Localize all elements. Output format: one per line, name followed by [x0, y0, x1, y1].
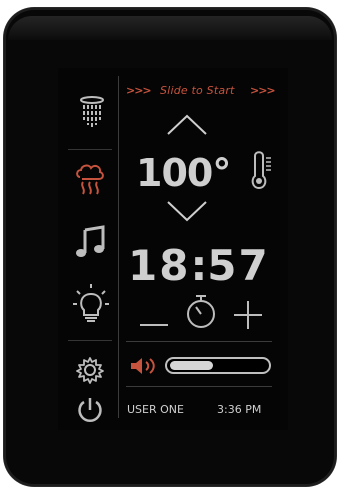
sidebar-divider [118, 76, 119, 418]
sidebar-separator [68, 149, 112, 150]
sidebar-separator [68, 340, 112, 341]
timer-seconds: 57 [207, 241, 270, 290]
timer-display: 18:57 [128, 241, 270, 290]
volume-slider[interactable] [165, 357, 271, 374]
chevrons-right: >>> [250, 84, 276, 97]
content-divider [126, 386, 272, 387]
chevrons-left: >>> [126, 84, 152, 97]
minus-icon[interactable] [140, 312, 168, 326]
timer-minutes: 18 [128, 241, 191, 290]
temperature-up-icon[interactable] [164, 112, 210, 136]
settings-gear-icon[interactable] [76, 356, 104, 384]
clock-time: 3:36 PM [217, 403, 262, 416]
content-divider [126, 341, 272, 342]
user-name: USER ONE [127, 403, 184, 416]
power-icon[interactable] [76, 396, 104, 424]
timer-colon: : [190, 241, 208, 290]
speaker-volume-icon[interactable] [129, 357, 159, 375]
music-icon[interactable] [75, 224, 107, 260]
volume-level-fill [170, 361, 213, 370]
light-bulb-icon[interactable] [72, 282, 110, 326]
slide-to-start-control[interactable]: >>> Slide to Start >>> [126, 84, 276, 102]
temperature-down-icon[interactable] [164, 200, 210, 224]
slide-to-start-label: Slide to Start [160, 84, 235, 97]
temperature-value: 100° [136, 151, 231, 195]
plus-icon[interactable] [234, 301, 262, 329]
thermometer-icon [250, 150, 272, 190]
shower-icon[interactable] [77, 95, 107, 131]
stopwatch-icon [185, 294, 217, 330]
steam-icon[interactable] [74, 162, 106, 198]
bezel-top-highlight [8, 16, 332, 40]
